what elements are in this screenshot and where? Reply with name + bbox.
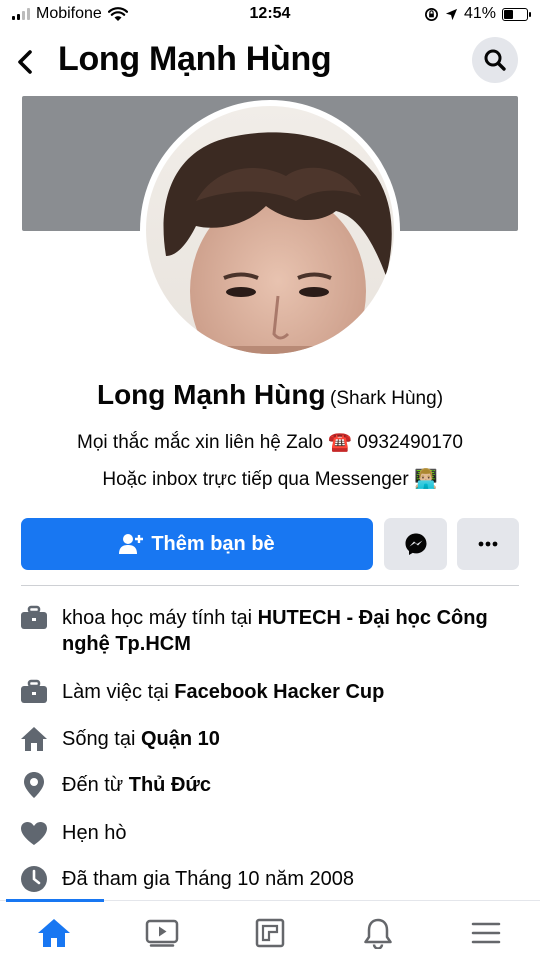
- more-button[interactable]: [457, 518, 519, 570]
- status-right: 41%: [424, 5, 531, 23]
- home-icon: [38, 919, 70, 947]
- nav-watch[interactable]: [142, 913, 182, 953]
- detail-dating: Hẹn hò: [18, 817, 518, 849]
- messenger-button[interactable]: [384, 518, 447, 570]
- search-icon: [484, 49, 506, 71]
- detail-text: Đến từ Thủ Đức: [62, 774, 212, 796]
- home-icon: [18, 723, 50, 755]
- back-button[interactable]: [10, 42, 40, 82]
- heart-icon: [18, 817, 50, 849]
- search-button[interactable]: [472, 37, 518, 83]
- bio-line-2: Hoặc inbox trực tiếp qua Messenger 👨🏼‍💻: [102, 469, 438, 490]
- back-chevron-icon: [18, 50, 32, 74]
- divider: [21, 585, 519, 586]
- more-dots-icon: [478, 541, 498, 547]
- notifications-icon: [364, 918, 392, 949]
- briefcase-icon: [18, 602, 50, 634]
- clock-icon: [18, 863, 50, 895]
- detail-joined: Đã tham gia Tháng 10 năm 2008: [18, 863, 518, 895]
- avatar-photo: [146, 106, 394, 354]
- detail-text: Sống tại Quận 10: [62, 728, 220, 750]
- add-friend-icon: [119, 534, 144, 554]
- bottom-nav: [0, 899, 540, 960]
- rotation-lock-icon: [425, 7, 438, 21]
- detail-text: khoa học máy tính tại HUTECH - Đại học C…: [62, 607, 488, 655]
- nav-menu[interactable]: [466, 913, 506, 953]
- battery-fill: [504, 9, 514, 19]
- nav-active-indicator: [6, 899, 104, 902]
- profile-name-line: Long Mạnh Hùng (Shark Hùng): [0, 379, 540, 411]
- profile-picture-frame[interactable]: [140, 100, 400, 360]
- detail-lives-in: Sống tại Quận 10: [18, 723, 518, 755]
- location-pin-icon: [18, 769, 50, 801]
- page-title: Long Mạnh Hùng: [58, 40, 332, 78]
- add-friend-button[interactable]: Thêm bạn bè: [21, 518, 373, 570]
- battery-percent: 41%: [463, 5, 496, 22]
- profile-alt-name: (Shark Hùng): [330, 388, 444, 409]
- watch-icon: [145, 919, 179, 947]
- profile-name: Long Mạnh Hùng: [96, 379, 326, 410]
- detail-text: Đã tham gia Tháng 10 năm 2008: [62, 868, 355, 890]
- detail-text: Hẹn hò: [62, 822, 127, 844]
- detail-education: khoa học máy tính tại HUTECH - Đại học C…: [18, 602, 518, 657]
- detail-text: Làm việc tại Facebook Hacker Cup: [62, 681, 385, 703]
- nav-notifications[interactable]: [358, 913, 398, 953]
- add-friend-label: Thêm bạn bè: [151, 532, 275, 555]
- detail-from: Đến từ Thủ Đức: [18, 769, 518, 801]
- pages-icon: [255, 918, 285, 948]
- briefcase-icon: [18, 676, 50, 708]
- detail-work: Làm việc tại Facebook Hacker Cup: [18, 676, 518, 708]
- status-bar: Mobifone 12:54 41%: [0, 0, 540, 30]
- nav-pages[interactable]: [250, 913, 290, 953]
- header: Long Mạnh Hùng: [0, 34, 540, 90]
- avatar[interactable]: [146, 106, 394, 354]
- battery-icon: [502, 7, 531, 21]
- messenger-icon: [405, 533, 426, 555]
- menu-icon: [471, 922, 501, 944]
- nav-home[interactable]: [34, 913, 74, 953]
- location-icon: [445, 8, 458, 20]
- bio-line-1: Mọi thắc mắc xin liên hệ Zalo ☎️ 0932490…: [77, 432, 463, 453]
